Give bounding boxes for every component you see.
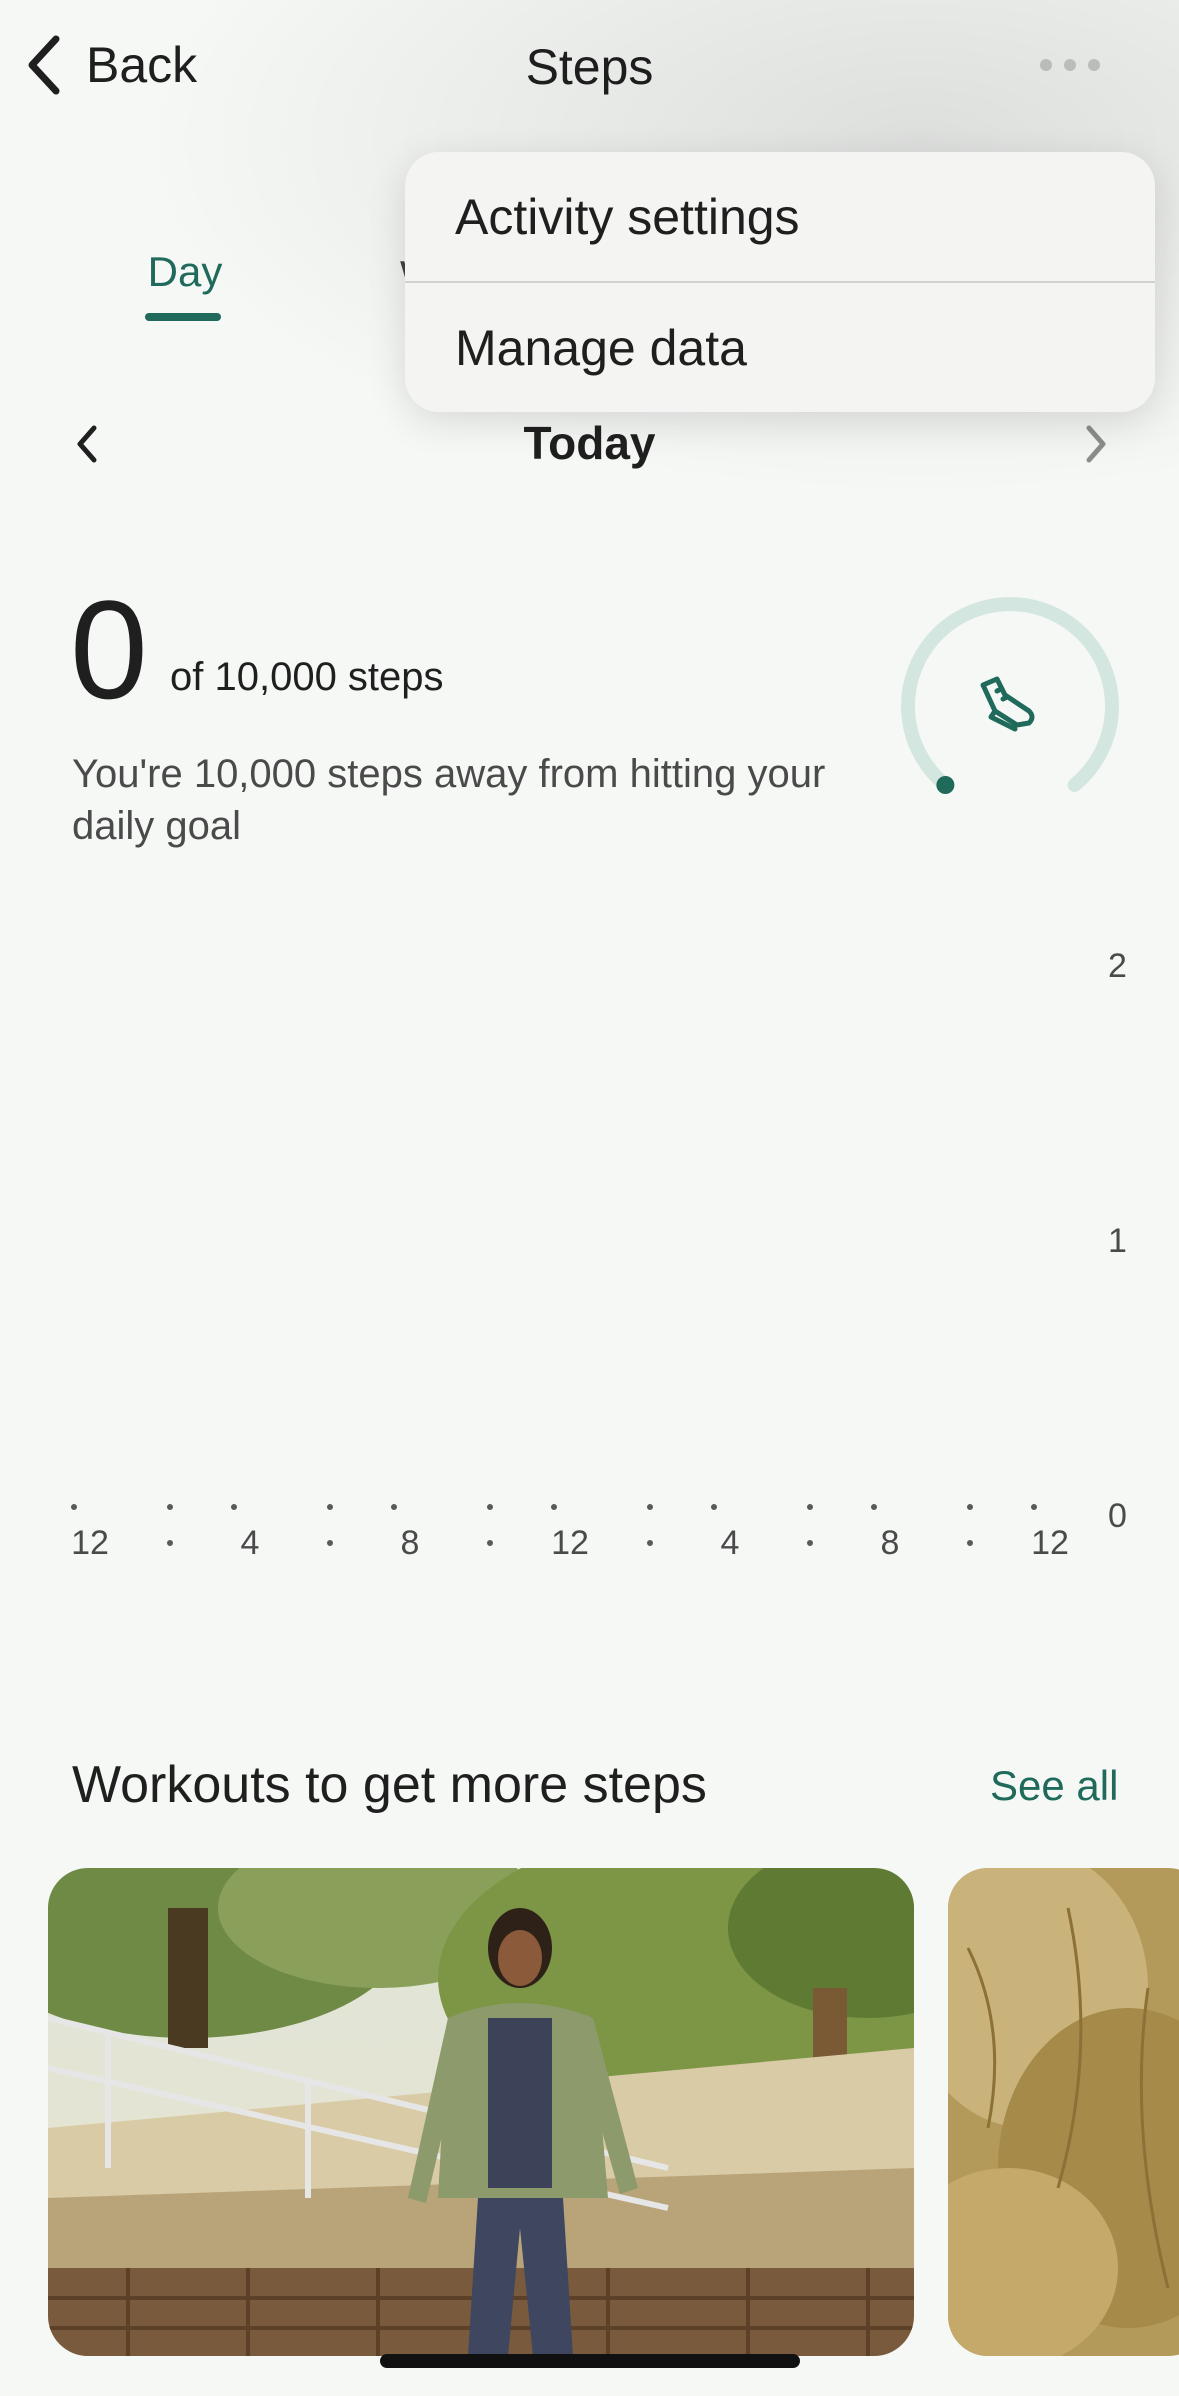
x-tick-marker <box>487 1504 493 1510</box>
x-tick-marker <box>391 1504 397 1510</box>
x-tick-marker <box>711 1504 717 1510</box>
date-label: Today <box>523 417 656 469</box>
menu-item-manage-data[interactable]: Manage data <box>405 283 1155 412</box>
x-tick-marker <box>71 1504 77 1510</box>
steps-chart: 2 1 0 12 4 8 12 4 8 12 <box>0 900 1179 1600</box>
x-tick-marker <box>327 1504 333 1510</box>
menu-item-activity-settings[interactable]: Activity settings <box>405 152 1155 282</box>
x-tick-marker <box>647 1540 653 1546</box>
x-tick-label: 8 <box>880 1524 900 1562</box>
more-horizontal-icon <box>1040 59 1052 71</box>
more-options-button[interactable] <box>1030 40 1110 90</box>
x-tick-marker <box>967 1504 973 1510</box>
ring-progress-dot <box>936 776 955 794</box>
x-tick-marker <box>647 1504 653 1510</box>
chevron-right-icon[interactable] <box>1075 422 1115 466</box>
workouts-section-title: Workouts to get more steps <box>72 1756 707 1814</box>
step-count: 0 <box>70 571 148 728</box>
x-tick-marker <box>231 1504 237 1510</box>
progress-ring <box>901 597 1119 794</box>
shoe-icon <box>980 676 1035 732</box>
tab-day-label: Day <box>147 248 223 295</box>
x-tick-marker <box>167 1540 173 1546</box>
step-message: You're 10,000 steps away from hitting yo… <box>72 752 826 848</box>
x-tick-label: 12 <box>551 1524 589 1562</box>
x-tick-marker <box>807 1504 813 1510</box>
tab-active-indicator <box>145 313 221 321</box>
home-indicator <box>380 2354 800 2368</box>
x-tick-marker <box>327 1540 333 1546</box>
x-tick-label: 12 <box>1031 1524 1069 1562</box>
workout-card[interactable] <box>948 1868 1179 2356</box>
workout-card[interactable] <box>48 1868 914 2356</box>
x-tick-label: 8 <box>400 1524 420 1562</box>
tab-day[interactable]: Day <box>120 248 250 296</box>
x-tick-marker <box>1031 1504 1037 1510</box>
step-goal: of 10,000 steps <box>170 655 444 699</box>
y-tick-label: 1 <box>1108 1222 1127 1260</box>
y-tick-label: 2 <box>1108 947 1127 985</box>
options-menu: Activity settings Manage data <box>405 152 1155 412</box>
ring-track <box>901 597 1119 792</box>
x-tick-marker <box>551 1504 557 1510</box>
page-title: Steps <box>525 39 654 95</box>
workout-image <box>48 1868 914 2356</box>
x-tick-label: 4 <box>720 1524 740 1562</box>
y-tick-label: 0 <box>1108 1497 1127 1535</box>
x-tick-label: 12 <box>71 1524 109 1562</box>
x-tick-marker <box>167 1504 173 1510</box>
x-tick-label: 4 <box>240 1524 260 1562</box>
x-tick-marker <box>487 1540 493 1546</box>
workout-image <box>948 1868 1179 2356</box>
x-tick-marker <box>807 1540 813 1546</box>
see-all-link[interactable]: See all <box>990 1762 1118 1810</box>
x-tick-marker <box>967 1540 973 1546</box>
x-tick-marker <box>871 1504 877 1510</box>
top-bar: Back Steps <box>0 0 1179 140</box>
